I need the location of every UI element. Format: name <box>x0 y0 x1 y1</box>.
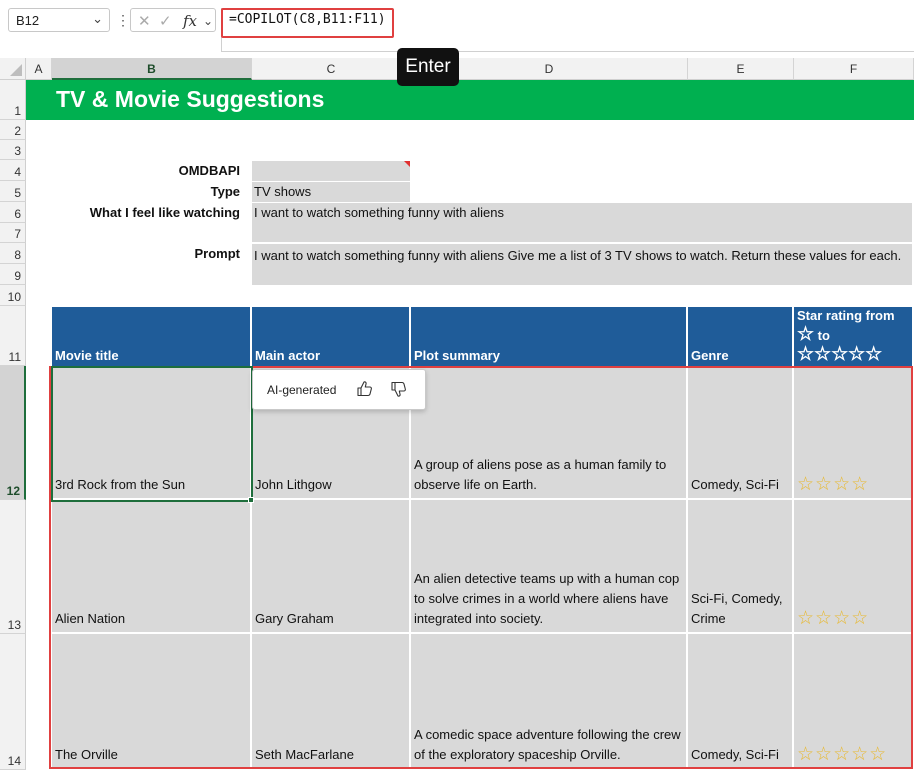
header-star-rating[interactable]: Star rating from ☆ to ☆☆☆☆☆ <box>794 307 912 366</box>
column-header-f[interactable]: F <box>794 58 914 80</box>
sheet-title: TV & Movie Suggestions <box>56 86 325 112</box>
ai-generated-popup: AI-generated <box>252 369 426 410</box>
enter-key-tooltip: Enter <box>397 48 459 86</box>
fill-handle[interactable] <box>248 497 254 503</box>
watching-label: What I feel like watching <box>89 205 240 220</box>
omdbapi-input[interactable] <box>252 161 410 181</box>
insert-function-icon[interactable]: fx <box>183 12 197 30</box>
row-header-4[interactable]: 4 <box>0 160 26 181</box>
header-star-to: to <box>817 328 830 343</box>
more-options-icon[interactable]: ⋮ <box>116 10 130 30</box>
row-header-9[interactable]: 9 <box>0 264 26 285</box>
header-star-range: ☆ to <box>797 325 909 345</box>
row-header-5[interactable]: 5 <box>0 181 26 202</box>
row-header-6[interactable]: 6 <box>0 202 26 223</box>
row-header-14[interactable]: 14 <box>0 634 26 770</box>
header-plot-summary[interactable]: Plot summary <box>411 307 686 366</box>
header-genre[interactable]: Genre <box>688 307 792 366</box>
column-header-c[interactable]: C <box>252 58 411 80</box>
column-header-a[interactable]: A <box>26 58 52 80</box>
name-box[interactable]: B12 ⌄ <box>8 8 110 32</box>
prompt-label: Prompt <box>194 246 241 261</box>
header-movie-title[interactable]: Movie title <box>52 307 250 366</box>
cancel-icon[interactable]: ✕ <box>138 12 151 30</box>
chevron-down-icon[interactable]: ⌄ <box>92 11 103 27</box>
header-main-actor[interactable]: Main actor <box>252 307 409 366</box>
formula-highlight <box>221 8 394 38</box>
ai-generated-label: AI-generated <box>267 383 337 397</box>
header-star-rating-text: Star rating from <box>797 308 895 323</box>
thumbs-down-icon[interactable] <box>389 379 409 399</box>
row-header-1[interactable]: 1 <box>0 80 26 120</box>
header-plot-summary-text: Plot summary <box>414 348 500 363</box>
comment-indicator-icon <box>404 161 410 167</box>
prompt-value: I want to watch something funny with ali… <box>254 248 902 263</box>
name-box-value: B12 <box>16 13 40 28</box>
thumbs-up-icon[interactable] <box>355 379 375 399</box>
omdbapi-label: OMDBAPI <box>178 163 240 178</box>
star-outline-icon: ☆ <box>797 324 815 345</box>
type-value: TV shows <box>254 184 312 199</box>
header-genre-text: Genre <box>691 348 729 363</box>
header-movie-title-text: Movie title <box>55 348 119 363</box>
active-cell-b12[interactable] <box>51 366 253 502</box>
row-header-7[interactable]: 7 <box>0 223 26 243</box>
header-star-range-icons: ☆☆☆☆☆ <box>797 344 883 365</box>
row-header-2[interactable]: 2 <box>0 120 26 140</box>
header-main-actor-text: Main actor <box>255 348 321 363</box>
row-header-11[interactable]: 11 <box>0 306 26 366</box>
column-header-b[interactable]: B <box>52 58 252 80</box>
column-header-e[interactable]: E <box>688 58 794 80</box>
chevron-down-icon[interactable]: ⌄ <box>203 14 213 28</box>
row-header-13[interactable]: 13 <box>0 500 26 634</box>
watching-value: I want to watch something funny with ali… <box>254 205 505 220</box>
row-header-3[interactable]: 3 <box>0 140 26 160</box>
row-header-10[interactable]: 10 <box>0 285 26 306</box>
formula-tools: ✕ ✓ fx ⌄ <box>130 8 216 32</box>
row-header-12[interactable]: 12 <box>0 366 26 500</box>
type-label: Type <box>210 184 240 199</box>
select-all-icon <box>10 64 22 76</box>
confirm-icon[interactable]: ✓ <box>159 12 172 30</box>
row-header-8[interactable]: 8 <box>0 243 26 264</box>
